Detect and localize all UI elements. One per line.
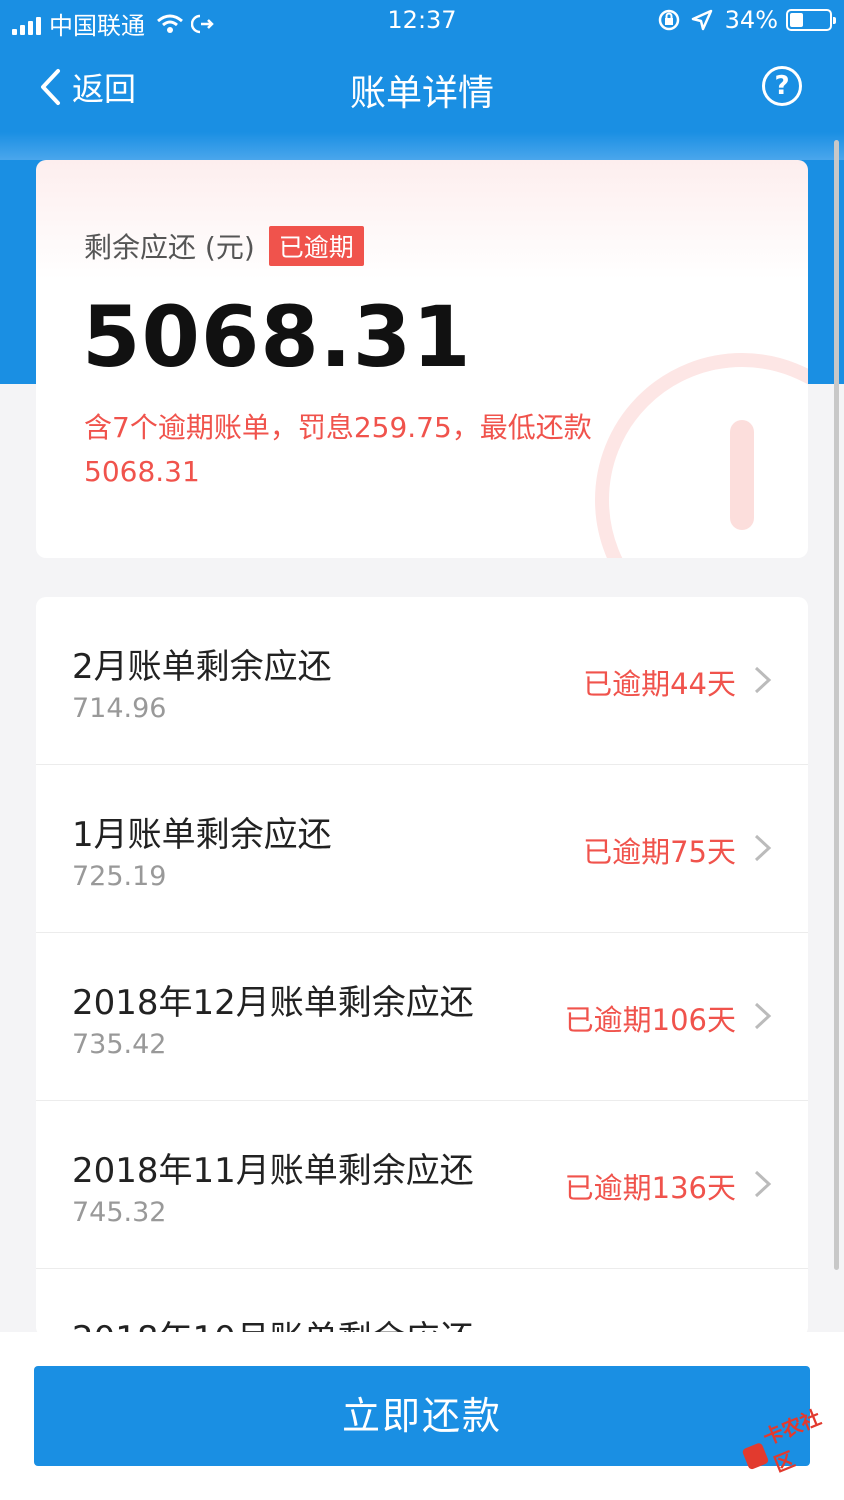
battery-icon [786, 9, 836, 31]
remaining-label-text: 剩余应还 (元) [84, 231, 255, 264]
warning-watermark-icon [595, 353, 808, 558]
status-right: 34% [657, 6, 836, 34]
scrollbar[interactable] [834, 140, 839, 1270]
bill-overdue-status: 已逾期44天 [583, 667, 736, 701]
bottom-action-bar: 立即还款 [0, 1332, 844, 1500]
chevron-right-icon [754, 666, 772, 694]
bill-title: 2月账单剩余应还 [72, 647, 332, 687]
bill-row-feb[interactable]: 2月账单剩余应还 714.96 已逾期44天 [36, 597, 808, 765]
overdue-badge: 已逾期 [268, 226, 364, 266]
bill-overdue-status: 已逾期136天 [564, 1171, 736, 1205]
question-circle-icon: ? [774, 71, 790, 101]
bill-overdue-status: 已逾期106天 [564, 1003, 736, 1037]
bill-amount: 725.19 [72, 861, 167, 892]
battery-percent: 34% [724, 6, 778, 34]
bill-amount: 735.42 [72, 1029, 167, 1060]
chevron-right-icon [754, 834, 772, 862]
bill-amount: 745.32 [72, 1197, 167, 1228]
bill-row-2018-10[interactable]: 2018年10月账单剩余应还 [36, 1269, 808, 1337]
summary-card: 剩余应还 (元) 已逾期 5068.31 含7个逾期账单，罚息259.75，最低… [36, 160, 808, 558]
bill-title: 1月账单剩余应还 [72, 815, 332, 855]
bills-list: 2月账单剩余应还 714.96 已逾期44天 1月账单剩余应还 725.19 已… [36, 597, 808, 1337]
location-icon [691, 9, 712, 31]
orientation-lock-icon [658, 9, 679, 31]
bill-row-2018-12[interactable]: 2018年12月账单剩余应还 735.42 已逾期106天 [36, 933, 808, 1101]
remaining-amount: 5068.31 [82, 288, 472, 386]
pay-now-button[interactable]: 立即还款 [34, 1366, 810, 1466]
overdue-note: 含7个逾期账单，罚息259.75，最低还款5068.31 [84, 411, 592, 488]
bill-amount: 714.96 [72, 693, 167, 724]
bill-title: 2018年11月账单剩余应还 [72, 1151, 474, 1191]
chevron-right-icon [754, 1170, 772, 1198]
chevron-right-icon [754, 1002, 772, 1030]
header-shadow [0, 132, 844, 160]
help-button[interactable]: ? [762, 66, 802, 106]
page-title: 账单详情 [349, 73, 494, 114]
nav-bar: 返回 账单详情 ? [0, 44, 844, 132]
bill-overdue-status: 已逾期75天 [583, 835, 736, 869]
bill-row-2018-11[interactable]: 2018年11月账单剩余应还 745.32 已逾期136天 [36, 1101, 808, 1269]
bill-row-jan[interactable]: 1月账单剩余应还 725.19 已逾期75天 [36, 765, 808, 933]
status-bar: 中国联通 12:37 34% [0, 0, 844, 44]
remaining-label: 剩余应还 (元) 已逾期 [84, 226, 364, 266]
bill-title: 2018年12月账单剩余应还 [72, 983, 474, 1023]
